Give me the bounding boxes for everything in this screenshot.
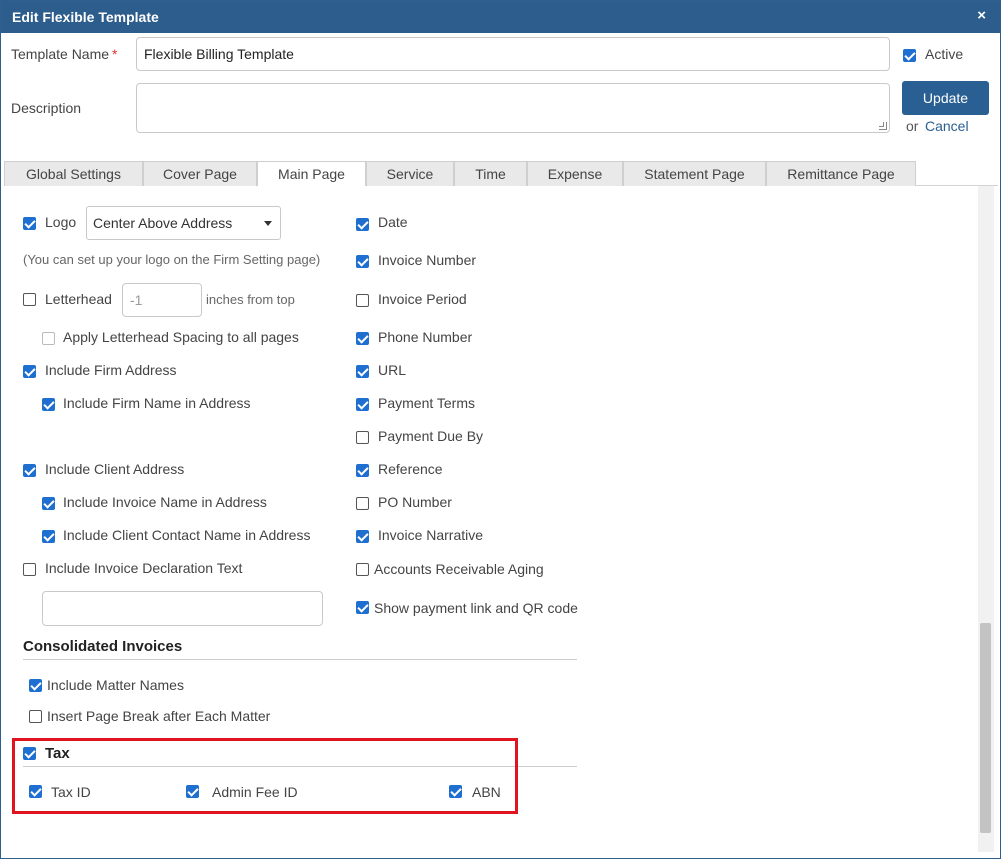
date-checkbox[interactable] bbox=[356, 218, 369, 231]
letterhead-checkbox[interactable] bbox=[23, 293, 36, 306]
declaration-text-input[interactable] bbox=[42, 591, 323, 626]
include-client-address-checkbox[interactable] bbox=[23, 464, 36, 477]
or-text: or bbox=[906, 118, 919, 134]
panel-scrollbar[interactable] bbox=[978, 186, 994, 852]
tax-highlight-box bbox=[12, 738, 518, 814]
page-break-checkbox[interactable] bbox=[29, 710, 42, 723]
payment-terms-checkbox[interactable] bbox=[356, 398, 369, 411]
tab-main-page[interactable]: Main Page bbox=[257, 161, 366, 187]
reference-label: Reference bbox=[378, 461, 443, 477]
phone-number-label: Phone Number bbox=[378, 329, 473, 345]
include-declaration-checkbox[interactable] bbox=[23, 563, 36, 576]
logo-checkbox[interactable] bbox=[23, 217, 36, 230]
include-firm-address-label: Include Firm Address bbox=[45, 362, 177, 378]
invoice-narrative-checkbox[interactable] bbox=[356, 530, 369, 543]
include-firm-name-label: Include Firm Name in Address bbox=[63, 395, 251, 411]
active-checkbox[interactable] bbox=[903, 49, 916, 62]
letterhead-unit: inches from top bbox=[206, 292, 295, 307]
logo-position-select[interactable]: Center Above Address bbox=[86, 206, 281, 240]
template-name-label: Template Name * bbox=[11, 46, 118, 62]
phone-number-checkbox[interactable] bbox=[356, 332, 369, 345]
invoice-period-checkbox[interactable] bbox=[356, 294, 369, 307]
description-label: Description bbox=[11, 100, 82, 116]
reference-checkbox[interactable] bbox=[356, 464, 369, 477]
chevron-down-icon bbox=[264, 221, 272, 226]
apply-letterhead-checkbox[interactable] bbox=[42, 332, 55, 345]
logo-hint: (You can set up your logo on the Firm Se… bbox=[23, 252, 321, 267]
include-declaration-label: Include Invoice Declaration Text bbox=[45, 560, 243, 576]
url-label: URL bbox=[378, 362, 407, 378]
tab-expense[interactable]: Expense bbox=[527, 161, 623, 186]
invoice-number-checkbox[interactable] bbox=[356, 255, 369, 268]
po-number-label: PO Number bbox=[378, 494, 452, 510]
tab-service[interactable]: Service bbox=[366, 161, 454, 186]
payment-link-label: Show payment link and QR code bbox=[374, 600, 578, 616]
include-invoice-name-label: Include Invoice Name in Address bbox=[63, 494, 267, 510]
url-checkbox[interactable] bbox=[356, 365, 369, 378]
invoice-narrative-label: Invoice Narrative bbox=[378, 527, 484, 543]
payment-due-by-checkbox[interactable] bbox=[356, 431, 369, 444]
include-matter-names-checkbox[interactable] bbox=[29, 679, 42, 692]
update-button[interactable]: Update bbox=[902, 81, 989, 115]
tab-global-settings[interactable]: Global Settings bbox=[4, 161, 143, 186]
ar-aging-label: Accounts Receivable Aging bbox=[374, 561, 544, 577]
active-label: Active bbox=[925, 46, 964, 62]
include-client-contact-label: Include Client Contact Name in Address bbox=[63, 527, 311, 543]
payment-due-by-label: Payment Due By bbox=[378, 428, 484, 444]
letterhead-label: Letterhead bbox=[45, 291, 112, 307]
consolidated-divider bbox=[23, 659, 577, 660]
include-matter-names-label: Include Matter Names bbox=[47, 677, 184, 693]
logo-position-value: Center Above Address bbox=[93, 215, 233, 231]
include-client-contact-checkbox[interactable] bbox=[42, 530, 55, 543]
letterhead-input[interactable]: -1 bbox=[122, 283, 202, 317]
include-client-address-label: Include Client Address bbox=[45, 461, 185, 477]
page-break-label: Insert Page Break after Each Matter bbox=[47, 708, 271, 724]
description-textarea[interactable] bbox=[136, 83, 890, 133]
dialog-titlebar: Edit Flexible Template × bbox=[1, 1, 1000, 33]
consolidated-heading: Consolidated Invoices bbox=[23, 638, 183, 655]
payment-terms-label: Payment Terms bbox=[378, 395, 475, 411]
close-icon[interactable]: × bbox=[977, 7, 986, 24]
edit-template-dialog: Edit Flexible Template × Template Name * … bbox=[0, 0, 1001, 859]
tab-remittance-page[interactable]: Remittance Page bbox=[766, 161, 916, 186]
include-firm-address-checkbox[interactable] bbox=[23, 365, 36, 378]
date-label: Date bbox=[378, 214, 408, 230]
template-name-input[interactable]: Flexible Billing Template bbox=[136, 37, 890, 71]
ar-aging-checkbox[interactable] bbox=[356, 563, 369, 576]
invoice-number-label: Invoice Number bbox=[378, 252, 477, 268]
cancel-link[interactable]: Cancel bbox=[925, 118, 969, 134]
payment-link-checkbox[interactable] bbox=[356, 601, 369, 614]
invoice-period-label: Invoice Period bbox=[378, 291, 467, 307]
tab-time[interactable]: Time bbox=[454, 161, 527, 186]
dialog-title: Edit Flexible Template bbox=[12, 9, 159, 25]
tab-cover-page[interactable]: Cover Page bbox=[143, 161, 257, 186]
resize-grip-icon[interactable] bbox=[879, 122, 887, 130]
logo-label: Logo bbox=[45, 214, 77, 230]
include-invoice-name-checkbox[interactable] bbox=[42, 497, 55, 510]
po-number-checkbox[interactable] bbox=[356, 497, 369, 510]
scrollbar-thumb[interactable] bbox=[980, 623, 991, 833]
apply-letterhead-label: Apply Letterhead Spacing to all pages bbox=[63, 329, 299, 345]
tab-bar: Global Settings Cover Page Main Page Ser… bbox=[4, 161, 998, 187]
include-firm-name-checkbox[interactable] bbox=[42, 398, 55, 411]
tab-statement-page[interactable]: Statement Page bbox=[623, 161, 766, 186]
